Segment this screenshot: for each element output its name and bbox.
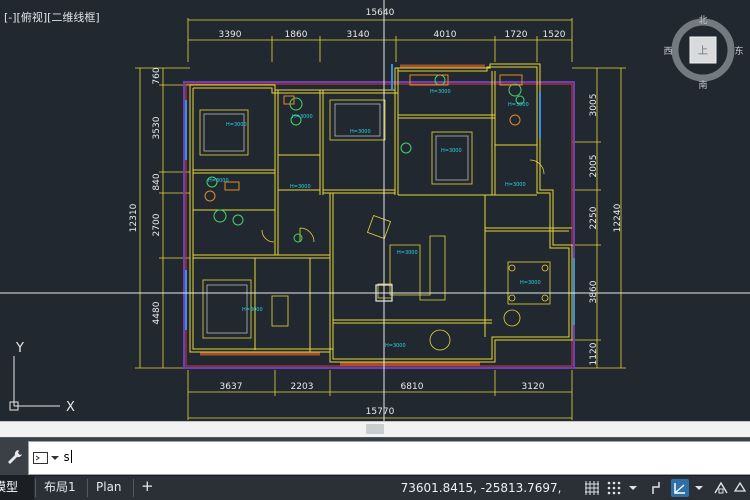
grid-icon[interactable] — [583, 479, 601, 497]
tab-layout1[interactable]: 布局1 — [36, 476, 86, 500]
horizontal-scrollbar[interactable] — [0, 421, 750, 437]
dim-left-3: 840 — [152, 173, 162, 190]
dim-bottom-2: 2203 — [291, 382, 314, 392]
dim-right-4: 3860 — [589, 280, 599, 303]
dim-left-2: 3530 — [152, 116, 162, 139]
room-tag: H=3000 — [397, 250, 418, 256]
dim-bottom-3: 6810 — [401, 382, 424, 392]
add-layout-button[interactable]: + — [136, 476, 158, 500]
dim-bottom-1: 3637 — [220, 382, 243, 392]
viewport-controls-label[interactable]: [-][俯视][二维线框] — [4, 9, 100, 25]
drawing-canvas[interactable]: 15640 3390 1860 3140 4010 1720 1520 1577… — [0, 0, 750, 438]
dim-bottom-overall: 15770 — [366, 407, 395, 417]
snap-icon[interactable] — [605, 479, 623, 497]
dim-top-3: 3140 — [347, 30, 370, 40]
viewcube[interactable]: 北 南 西 东 上 — [663, 15, 743, 91]
room-tag: H=3000 — [290, 184, 311, 190]
command-prompt-icon[interactable] — [33, 451, 61, 465]
room-tags: H=3000 H=3000 H=3000 H=3000 H=3000 H=300… — [208, 89, 541, 349]
dimension-lines — [135, 18, 626, 420]
osnap-icon[interactable] — [712, 479, 730, 497]
dim-left-1: 760 — [152, 67, 162, 84]
status-bar: 模型 布局1 Plan + 73601.8415, -25813.7697, 0… — [0, 475, 750, 500]
dim-right-2: 2005 — [589, 155, 599, 178]
room-tag: H=3000 — [226, 122, 247, 128]
ucs-icon: Y X — [9, 341, 75, 415]
room-tag: H=3000 — [292, 114, 313, 120]
dropdown-icon[interactable] — [693, 479, 705, 497]
tab-plan[interactable]: Plan — [88, 476, 132, 500]
room-tag: H=3000 — [385, 343, 406, 349]
polar-icon[interactable] — [671, 479, 689, 497]
viewcube-east: 东 — [734, 45, 743, 57]
scrollbar-thumb[interactable] — [366, 424, 384, 434]
viewcube-face-label: 上 — [698, 45, 708, 57]
ucs-y-label: Y — [15, 341, 24, 356]
dim-right-3: 2250 — [589, 206, 599, 229]
dim-top-2: 1860 — [285, 30, 308, 40]
viewcube-south: 南 — [698, 79, 707, 91]
customize-wrench-icon[interactable] — [5, 447, 25, 467]
dim-right-overall: 12240 — [613, 203, 623, 232]
command-input[interactable]: s — [63, 450, 73, 464]
room-tag: H=3000 — [350, 129, 371, 135]
command-input-box[interactable]: s — [28, 441, 750, 475]
floor-plan — [183, 63, 575, 369]
room-tag: H=3000 — [505, 182, 526, 188]
dim-top-6: 1520 — [543, 30, 566, 40]
isodraft-icon[interactable] — [733, 479, 747, 497]
dim-bottom-4: 3120 — [522, 382, 545, 392]
dimension-texts: 15640 3390 1860 3140 4010 1720 1520 1577… — [129, 8, 623, 417]
room-tag: H=3000 — [508, 102, 529, 108]
dim-left-5: 4480 — [152, 301, 162, 324]
room-tag: H=3000 — [208, 178, 229, 184]
dim-right-1: 3005 — [589, 94, 599, 117]
room-tag: H=3000 — [441, 148, 462, 154]
ucs-x-label: X — [66, 400, 75, 415]
coordinate-readout[interactable]: 73601.8415, -25813.7697, 0.0000 — [386, 477, 576, 499]
dim-left-4: 2700 — [152, 213, 162, 236]
drawing-viewport[interactable]: 15640 3390 1860 3140 4010 1720 1520 1577… — [0, 0, 750, 438]
autocad-window: 15640 3390 1860 3140 4010 1720 1520 1577… — [0, 0, 750, 500]
tab-model[interactable]: 模型 — [0, 476, 34, 500]
command-line-bar: s — [0, 437, 750, 476]
viewcube-west: 西 — [663, 46, 672, 57]
dim-top-5: 1720 — [505, 30, 528, 40]
room-tag: H=3000 — [430, 89, 451, 95]
dim-top-overall: 15640 — [366, 8, 395, 18]
dim-left-overall: 12310 — [129, 203, 139, 232]
ortho-icon[interactable] — [649, 479, 667, 497]
dropdown-icon[interactable] — [627, 479, 639, 497]
dim-right-5: 1120 — [589, 342, 599, 365]
tab-separator — [133, 479, 134, 497]
dim-top-1: 3390 — [219, 30, 242, 40]
room-tag: H=3000 — [520, 280, 541, 286]
viewcube-north: 北 — [698, 15, 707, 26]
crosshair — [0, 0, 750, 421]
dim-top-4: 4010 — [434, 30, 457, 40]
room-tag: H=3000 — [242, 307, 263, 313]
